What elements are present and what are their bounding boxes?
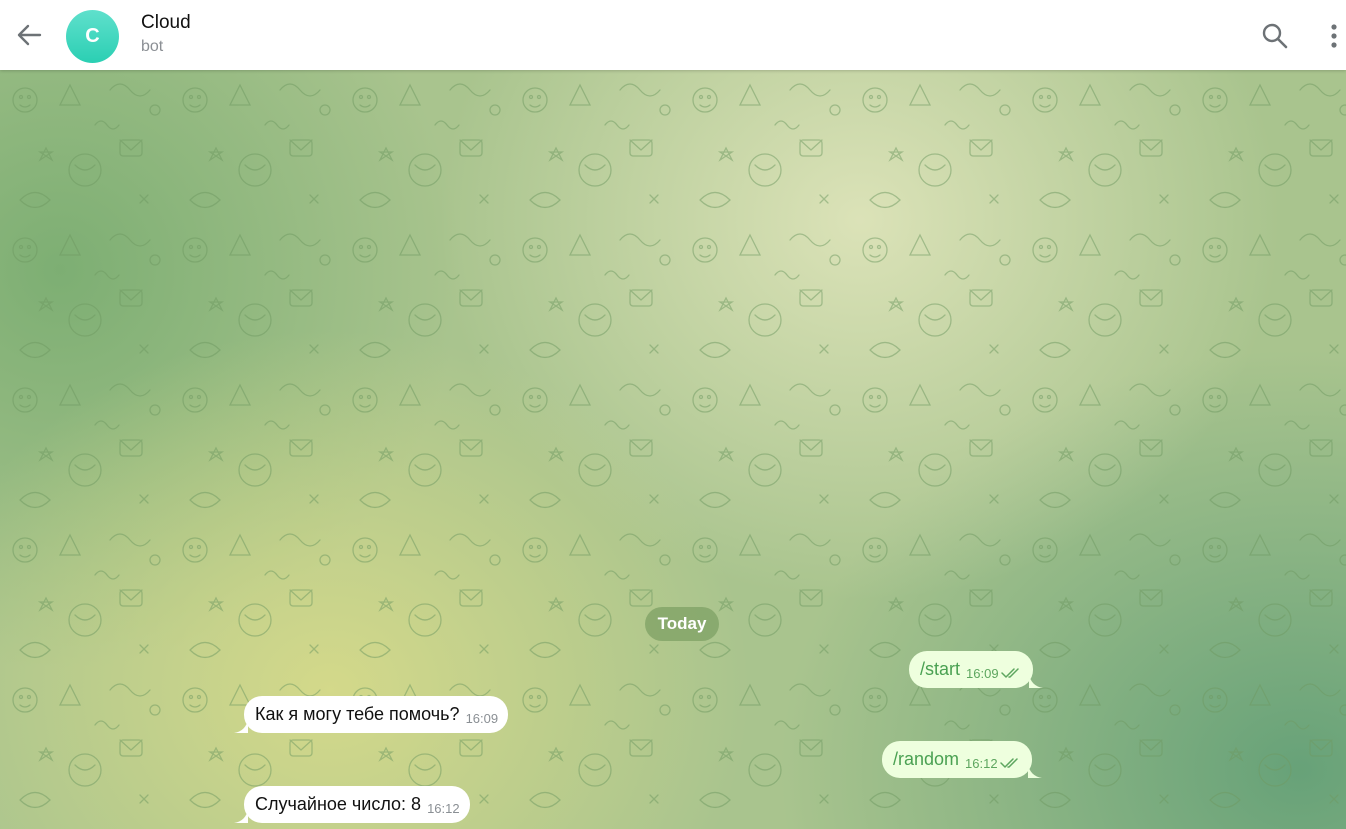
message-text: Как я могу тебе помочь? <box>255 704 460 724</box>
message-incoming[interactable]: Как я могу тебе помочь? 16:09 <box>234 696 509 733</box>
message-text: Случайное число: 8 <box>255 794 422 814</box>
double-check-icon <box>999 757 1018 768</box>
bubble-tail <box>1027 764 1042 778</box>
message-text: /start <box>920 659 961 679</box>
bubble-tail <box>1028 674 1043 688</box>
arrow-left-icon <box>17 24 42 46</box>
chat-area[interactable]: Today /start 16:09 Как я могу тебе помоч… <box>0 70 1346 829</box>
date-separator: Today <box>645 607 719 641</box>
message-time: 16:09 <box>966 666 999 681</box>
message-text: /random <box>893 749 960 769</box>
avatar-letter: C <box>85 25 100 47</box>
back-button[interactable] <box>14 19 46 51</box>
wallpaper-pattern <box>0 70 1346 829</box>
chat-subtitle: bot <box>141 38 164 55</box>
bubble-tail <box>234 719 248 733</box>
avatar[interactable]: C <box>66 10 119 63</box>
message-time: 16:09 <box>465 711 499 726</box>
message-outgoing[interactable]: /random 16:12 <box>882 741 1042 778</box>
search-icon <box>1262 23 1288 49</box>
message-outgoing[interactable]: /start 16:09 <box>909 651 1043 688</box>
message-time: 16:12 <box>965 756 998 771</box>
more-menu-button[interactable] <box>1321 21 1346 51</box>
date-label: Today <box>657 614 707 633</box>
message-time: 16:12 <box>427 801 460 816</box>
search-button[interactable] <box>1260 21 1290 51</box>
chat-title[interactable]: Cloud <box>141 12 191 34</box>
double-check-icon <box>1000 667 1019 678</box>
chat-header: C Cloud bot <box>0 0 1346 70</box>
bubble-tail <box>234 809 248 823</box>
more-vertical-icon <box>1331 24 1337 48</box>
message-incoming[interactable]: Случайное число: 8 16:12 <box>234 786 470 823</box>
